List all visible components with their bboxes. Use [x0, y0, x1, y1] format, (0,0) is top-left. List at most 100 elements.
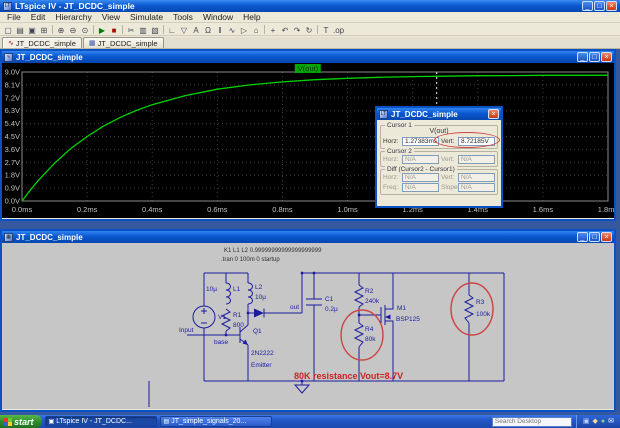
l1-value[interactable]: 10µ [206, 286, 217, 293]
net-label-icon[interactable]: A [190, 24, 202, 35]
menu-window[interactable]: Window [198, 12, 238, 22]
q1-model[interactable]: 2N2222 [251, 350, 274, 357]
redo-icon[interactable]: ↷ [291, 24, 303, 35]
schematic-close-button[interactable]: × [601, 232, 612, 242]
schematic-maximize-button[interactable]: □ [589, 232, 600, 242]
cursor-dialog[interactable]: LT JT_DCDC_simple × Cursor 1 V(out) Horz… [375, 106, 503, 208]
taskbar-button-0[interactable]: ▣LTspice IV - JT_DCDC... [45, 416, 157, 427]
l1-name[interactable]: L1 [233, 286, 241, 293]
menu-edit[interactable]: Edit [26, 12, 51, 22]
tab-label: JT_DCDC_simple [98, 39, 158, 48]
ground-icon[interactable]: ▽ [178, 24, 190, 35]
menu-tools[interactable]: Tools [168, 12, 198, 22]
waveform-minimize-button[interactable]: _ [577, 52, 588, 62]
tray-volume-icon[interactable]: ◆ [593, 415, 598, 428]
copy-icon[interactable]: ▥ [137, 24, 149, 35]
capacitor-icon[interactable]: ‖ [214, 24, 226, 35]
rotate-icon[interactable]: ↻ [303, 24, 315, 35]
menu-file[interactable]: File [2, 12, 26, 22]
move-icon[interactable]: + [267, 24, 279, 35]
schematic-window-title-bar[interactable]: ▦ JT_DCDC_simple _ □ × [2, 231, 614, 243]
open-icon[interactable]: ▤ [14, 24, 26, 35]
capacitor-c1[interactable]: C1 0.2µ [306, 296, 338, 313]
trace-v-out[interactable] [22, 75, 608, 201]
tray-message-icon[interactable]: ✉ [608, 415, 614, 428]
waveform-maximize-button[interactable]: □ [589, 52, 600, 62]
net-label-out[interactable]: out [290, 304, 299, 311]
text-icon[interactable]: T [320, 24, 332, 35]
q1-name[interactable]: Q1 [253, 328, 262, 335]
close-button[interactable]: × [606, 1, 617, 11]
r2-value[interactable]: 240k [365, 298, 380, 305]
net-label-base[interactable]: base [214, 339, 228, 346]
zoom-in-icon[interactable]: ⊕ [55, 24, 67, 35]
r3-name[interactable]: R3 [476, 299, 485, 306]
taskbar-button-1[interactable]: ▤JT_simple_signals_20... [160, 416, 272, 427]
menu-view[interactable]: View [97, 12, 125, 22]
schematic-minimize-button[interactable]: _ [577, 232, 588, 242]
ground-symbol[interactable] [295, 381, 309, 393]
paste-icon[interactable]: ▧ [149, 24, 161, 35]
save-icon[interactable]: ▣ [26, 24, 38, 35]
waveform-plot[interactable]: 0.0ms0.2ms0.4ms0.6ms0.8ms1.0ms1.2ms1.4ms… [2, 63, 614, 218]
run-icon[interactable]: ▶ [96, 24, 108, 35]
voltage-source-v1[interactable]: V1 [193, 306, 226, 328]
menu-hierarchy[interactable]: Hierarchy [50, 12, 96, 22]
resistor-r3[interactable]: R3 100k [465, 295, 491, 323]
waveform-plot-area[interactable]: V(out) 0.0ms0.2ms0.4ms0.6ms0.8ms1.0ms1.2… [2, 63, 614, 218]
r4-value[interactable]: 80k [365, 336, 376, 343]
inductor-l1[interactable]: 10µ L1 [206, 283, 241, 304]
tray-display-icon[interactable]: ▣ [583, 415, 590, 428]
cursor-dialog-close-button[interactable]: × [488, 109, 499, 119]
r2-name[interactable]: R2 [365, 288, 374, 295]
resistor-r4[interactable]: R4 80k [355, 323, 376, 347]
menu-simulate[interactable]: Simulate [125, 12, 168, 22]
schematic-canvas[interactable]: K1 L1 L2 0.99999999999999999999 .tran 0 … [2, 243, 614, 409]
m1-model[interactable]: BSP125 [396, 316, 420, 323]
control-panel-icon[interactable]: ⊞ [38, 24, 50, 35]
cursor-dialog-title-bar[interactable]: LT JT_DCDC_simple × [377, 108, 501, 120]
inductor-icon[interactable]: ∿ [226, 24, 238, 35]
c1-value[interactable]: 0.2µ [325, 306, 338, 313]
menu-help[interactable]: Help [238, 12, 265, 22]
undo-icon[interactable]: ↶ [279, 24, 291, 35]
start-button[interactable]: start [0, 415, 42, 428]
spice-directive-coupling[interactable]: K1 L1 L2 0.99999999999999999999 [224, 248, 322, 254]
r1-value[interactable]: 800 [233, 322, 244, 329]
l2-value[interactable]: 10µ [255, 294, 266, 301]
tab-schematic[interactable]: ▦JT_DCDC_simple [83, 37, 164, 48]
waveform-close-button[interactable]: × [601, 52, 612, 62]
spice-directive-tran[interactable]: .tran 0 100m 0 startup [221, 257, 280, 263]
zoom-full-extents-icon[interactable]: ⊙ [79, 24, 91, 35]
resistor-r2[interactable]: R2 240k [355, 285, 380, 307]
component-icon[interactable]: ⌂ [250, 24, 262, 35]
mosfet-m1[interactable]: M1 BSP125 [381, 305, 420, 325]
l2-name[interactable]: L2 [255, 284, 263, 291]
diode-icon[interactable]: ▷ [238, 24, 250, 35]
minimize-button[interactable]: _ [582, 1, 593, 11]
diode-d1[interactable] [254, 309, 264, 318]
r3-value[interactable]: 100k [476, 311, 491, 318]
inductor-l2[interactable]: L2 10µ [248, 283, 266, 304]
wire-icon[interactable]: ∟ [166, 24, 178, 35]
maximize-button[interactable]: □ [594, 1, 605, 11]
search-input[interactable] [492, 417, 572, 427]
halt-icon[interactable]: ■ [108, 24, 120, 35]
resistor-icon[interactable]: Ω [202, 24, 214, 35]
tab-waveform[interactable]: ∿JT_DCDC_simple [2, 37, 82, 48]
trace-label[interactable]: V(out) [295, 64, 321, 73]
cut-icon[interactable]: ✂ [125, 24, 137, 35]
m1-name[interactable]: M1 [397, 305, 406, 312]
net-label-input[interactable]: Input [179, 327, 194, 334]
zoom-out-icon[interactable]: ⊖ [67, 24, 79, 35]
net-label-emitter[interactable]: Emitter [251, 362, 272, 369]
spice-directive-icon[interactable]: .op [332, 24, 344, 35]
wires[interactable] [149, 273, 504, 407]
tray-shield-icon[interactable]: ● [601, 415, 605, 428]
c1-name[interactable]: C1 [325, 296, 334, 303]
r1-name[interactable]: R1 [233, 312, 242, 319]
waveform-window-title-bar[interactable]: ∿ JT_DCDC_simple _ □ × [2, 51, 614, 63]
new-schematic-icon[interactable]: ▢ [2, 24, 14, 35]
r4-name[interactable]: R4 [365, 326, 374, 333]
transistor-q1[interactable]: Q1 2N2222 [240, 325, 274, 357]
